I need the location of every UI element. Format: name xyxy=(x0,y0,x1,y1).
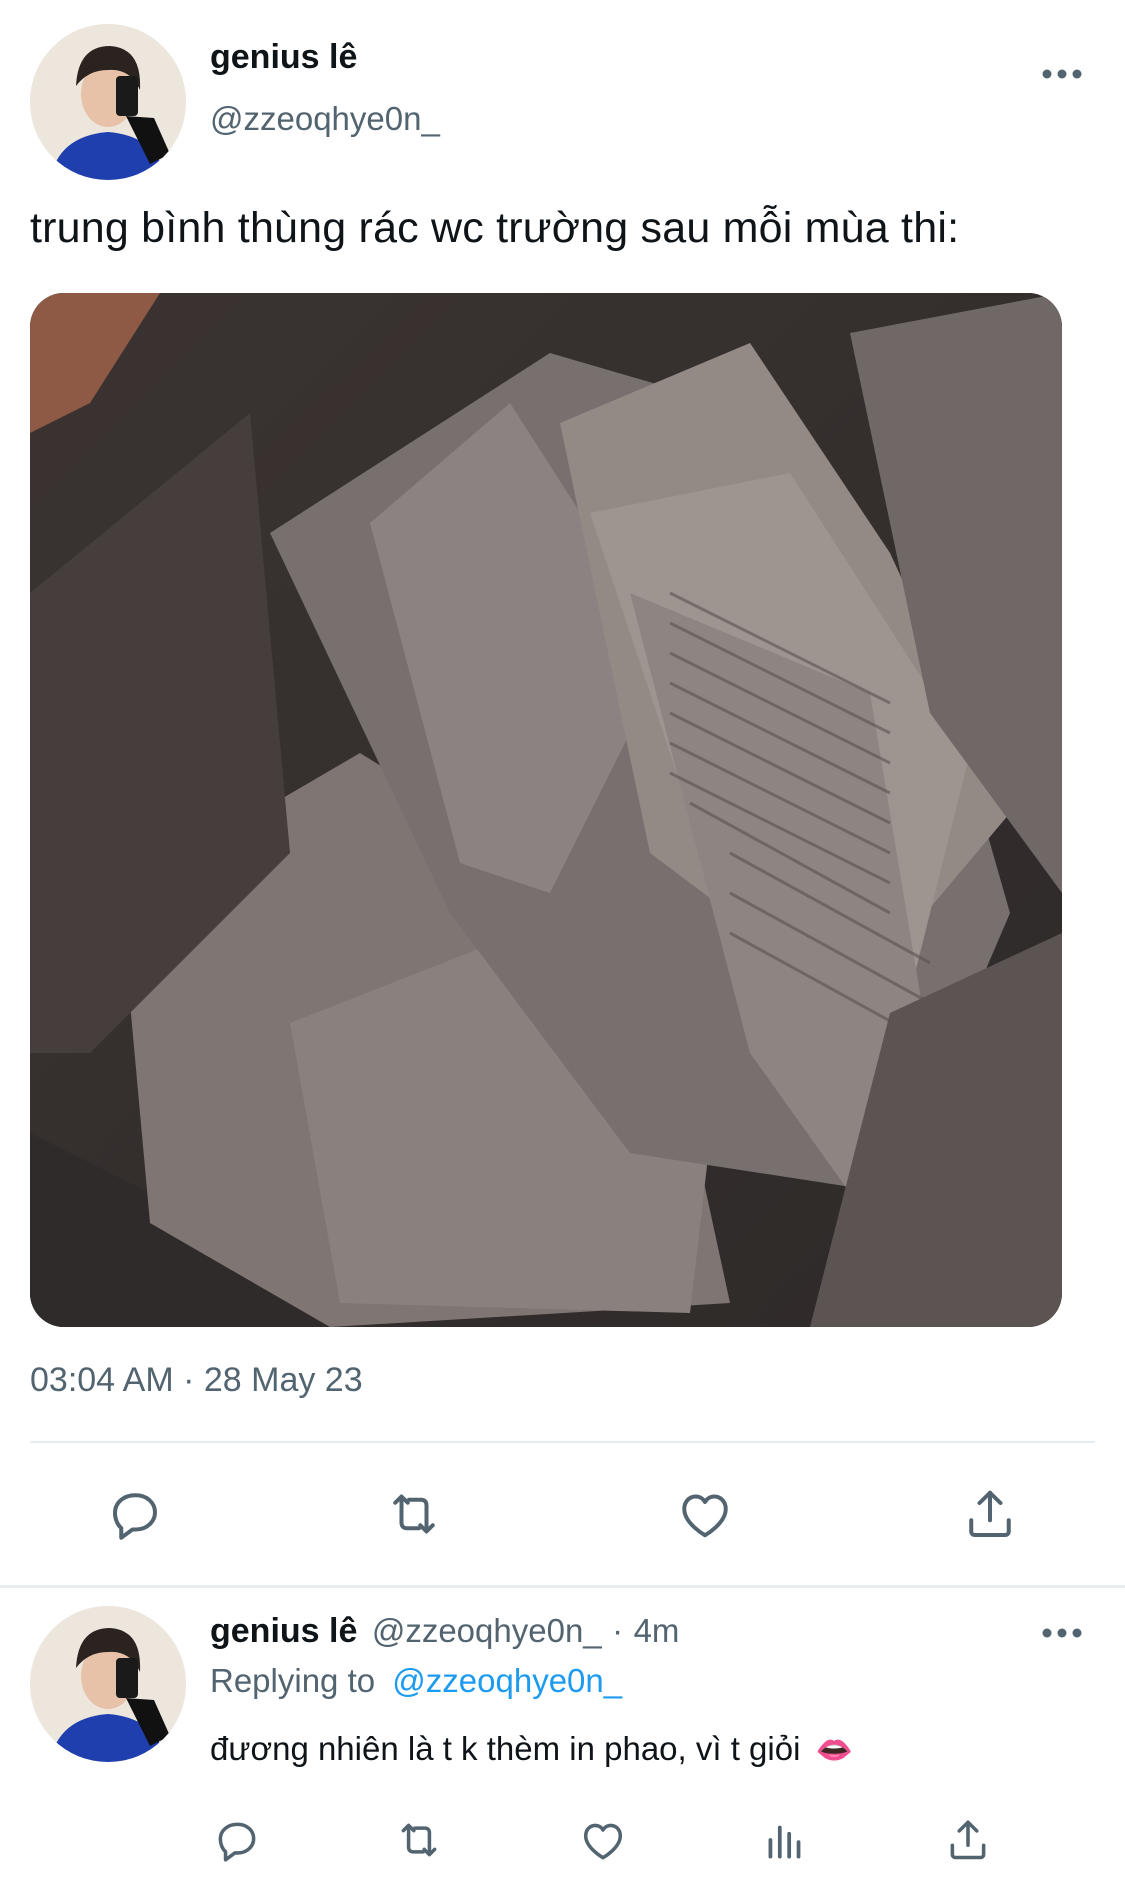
reply-author-handle[interactable]: @zzeoqhye0n_ xyxy=(372,1612,602,1649)
photo-papers-in-trash-bin xyxy=(30,293,1062,1327)
retweet-icon[interactable] xyxy=(394,1815,444,1865)
lips-emoji: 👄 xyxy=(815,1734,853,1767)
tweet-text: trung bình thùng rác wc trường sau mỗi m… xyxy=(30,204,960,252)
tweet-timestamp[interactable]: 03:04 AM · 28 May 23 xyxy=(30,1361,363,1400)
profile-photo xyxy=(30,24,186,180)
reply-header: genius lê @zzeoqhye0n_ · 4m xyxy=(210,1612,679,1651)
reply-text: đương nhiên là t k thèm in phao, vì t gi… xyxy=(210,1730,801,1767)
reply-icon[interactable] xyxy=(105,1484,165,1544)
replying-to-label: Replying to xyxy=(210,1662,376,1699)
share-icon[interactable] xyxy=(960,1484,1020,1544)
profile-photo xyxy=(30,1606,186,1762)
retweet-icon[interactable] xyxy=(384,1484,444,1544)
more-horizontal-icon[interactable] xyxy=(1040,1623,1084,1643)
section-separator xyxy=(0,1585,1125,1588)
reply-author-name[interactable]: genius lê xyxy=(210,1612,357,1650)
like-icon[interactable] xyxy=(578,1815,628,1865)
divider xyxy=(30,1441,1095,1443)
author-name[interactable]: genius lê xyxy=(210,38,357,77)
tweet-media[interactable] xyxy=(30,293,1062,1327)
share-icon[interactable] xyxy=(943,1815,993,1865)
like-icon[interactable] xyxy=(675,1484,735,1544)
replying-to-handle[interactable]: @zzeoqhye0n_ xyxy=(392,1662,622,1699)
author-handle[interactable]: @zzeoqhye0n_ xyxy=(210,100,440,138)
reply-separator: · xyxy=(612,1612,624,1649)
reply-author-avatar[interactable] xyxy=(30,1606,186,1762)
analytics-icon[interactable] xyxy=(760,1815,810,1865)
reply-icon[interactable] xyxy=(212,1815,262,1865)
reply-time[interactable]: 4m xyxy=(634,1612,680,1649)
replying-to: Replying to @zzeoqhye0n_ xyxy=(210,1662,622,1700)
more-horizontal-icon[interactable] xyxy=(1040,64,1084,84)
author-avatar[interactable] xyxy=(30,24,186,180)
reply-text-line: đương nhiên là t k thèm in phao, vì t gi… xyxy=(210,1730,853,1768)
